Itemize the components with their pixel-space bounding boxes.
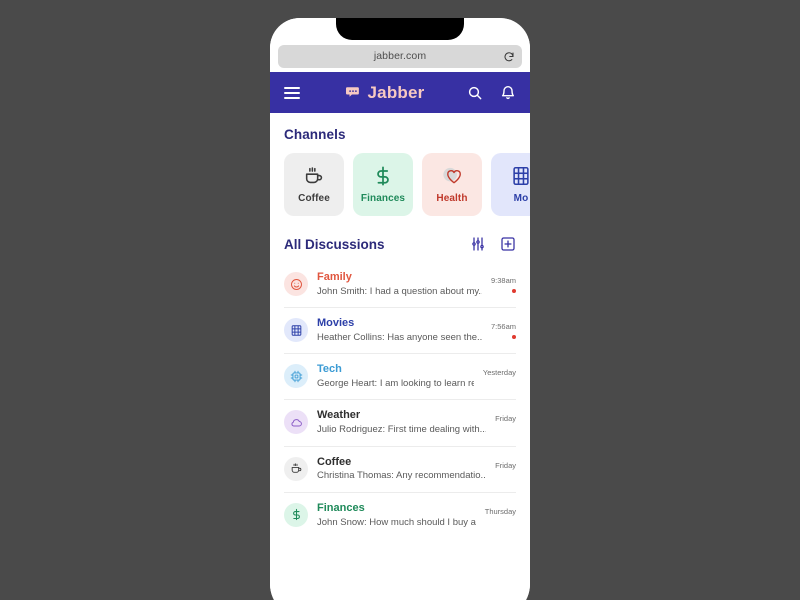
discussion-name: Weather (317, 409, 361, 422)
discussion-text: Weather Julio Rodriguez: First time deal… (317, 408, 486, 436)
avatar (284, 318, 308, 343)
unread-indicator (512, 335, 516, 340)
discussion-preview: George Heart: I am looking to learn re..… (317, 378, 474, 390)
discussion-row-tech[interactable]: Tech George Heart: I am looking to learn… (270, 353, 530, 399)
avatar (284, 410, 308, 435)
browser-toolbar: jabber.com (270, 40, 530, 72)
channels-title: Channels (284, 127, 346, 142)
dollar-sign-icon (372, 165, 394, 187)
discussions-list: Family John Smith: I had a question abou… (270, 261, 530, 538)
discussion-row-movies[interactable]: Movies Heather Collins: Has anyone seen … (270, 307, 530, 353)
discussion-meta: Yesterday (483, 367, 516, 385)
smiley-face-icon (290, 278, 302, 290)
film-strip-icon (291, 324, 301, 336)
discussion-timestamp: 7:56am (490, 322, 516, 332)
discussion-preview: John Smith: I had a question about my... (317, 285, 482, 297)
discussion-meta: Thursday (485, 506, 516, 524)
discussions-actions (470, 236, 516, 252)
coffee-cup-icon (303, 165, 325, 187)
add-square-icon[interactable] (500, 236, 516, 252)
discussion-text: Coffee Christina Thomas: Any recommendat… (317, 455, 486, 483)
discussion-text: Finances John Snow: How much should I bu… (317, 501, 476, 529)
discussion-text: Movies Heather Collins: Has anyone seen … (317, 316, 482, 344)
discussion-row-coffee[interactable]: Coffee Christina Thomas: Any recommendat… (270, 445, 530, 492)
avatar (284, 272, 308, 297)
discussion-meta: 9:38am (490, 275, 516, 294)
discussion-timestamp: Friday (495, 460, 516, 470)
url-text: jabber.com (373, 50, 427, 62)
brand: Jabber (306, 83, 463, 103)
hamburger-menu-icon[interactable] (284, 86, 300, 99)
unread-indicator (512, 289, 516, 294)
phone-mockup: jabber.com Jabber Channels Coffee Financ… (270, 18, 530, 600)
discussion-preview: Julio Rodriguez: First time dealing with… (317, 424, 487, 436)
reload-icon[interactable] (503, 50, 515, 62)
avatar (284, 364, 308, 389)
discussion-preview: Christina Thomas: Any recommendatio... (317, 470, 487, 482)
discussion-row-finances[interactable]: Finances John Snow: How much should I bu… (270, 491, 530, 538)
phone-notch (336, 18, 464, 40)
header-actions (467, 85, 516, 101)
address-bar[interactable]: jabber.com (278, 44, 522, 68)
channel-label: Mo (513, 193, 529, 204)
discussion-name: Movies (317, 317, 355, 330)
discussion-meta: 7:56am (490, 321, 516, 340)
channel-card-movies[interactable]: Mo (491, 153, 530, 216)
cloud-icon (290, 419, 302, 427)
filter-sliders-icon[interactable] (470, 236, 486, 252)
discussion-timestamp: 9:38am (490, 276, 516, 286)
discussion-meta: Friday (495, 460, 516, 478)
discussion-timestamp: Friday (495, 414, 516, 424)
discussion-name: Family (317, 271, 352, 283)
discussion-name: Tech (317, 363, 342, 376)
discussion-name: Finances (317, 501, 365, 514)
discussion-timestamp: Yesterday (482, 368, 516, 378)
discussion-meta: Friday (495, 413, 516, 431)
avatar (284, 502, 308, 527)
brand-name: Jabber (367, 82, 425, 102)
discussion-preview: John Snow: How much should I buy a d... (317, 516, 476, 528)
channel-label: Finances (360, 193, 406, 204)
discussion-preview: Heather Collins: Has anyone seen the... (317, 331, 482, 343)
channels-carousel[interactable]: Coffee Finances Health Mo (270, 142, 530, 216)
avatar (284, 456, 308, 481)
discussion-timestamp: Thursday (484, 506, 516, 516)
discussions-title: All Discussions (284, 236, 385, 252)
channel-card-coffee[interactable]: Coffee (284, 153, 344, 216)
heart-icon (441, 165, 463, 187)
search-icon[interactable] (467, 85, 483, 101)
channel-label: Coffee (298, 193, 330, 204)
channel-label: Health (436, 193, 468, 204)
desktop-screen: jabber.com Jabber Channels Coffee Financ… (0, 0, 800, 600)
film-strip-icon (510, 165, 530, 187)
bell-icon[interactable] (500, 85, 516, 101)
channel-card-health[interactable]: Health (422, 153, 482, 216)
discussion-text: Tech George Heart: I am looking to learn… (317, 362, 474, 390)
chat-bubble-logo-icon (345, 84, 362, 101)
app-header: Jabber (270, 72, 530, 113)
discussion-row-family[interactable]: Family John Smith: I had a question abou… (270, 261, 530, 307)
discussions-header: All Discussions (270, 216, 530, 252)
discussion-name: Coffee (317, 455, 352, 468)
discussion-row-weather[interactable]: Weather Julio Rodriguez: First time deal… (270, 399, 530, 445)
coffee-cup-icon (291, 463, 301, 473)
dollar-sign-icon (292, 509, 300, 521)
channel-card-finances[interactable]: Finances (353, 153, 413, 216)
discussion-text: Family John Smith: I had a question abou… (317, 270, 482, 298)
app-content: Channels Coffee Finances Health Mo All D… (270, 113, 530, 600)
cpu-chip-icon (290, 370, 302, 383)
